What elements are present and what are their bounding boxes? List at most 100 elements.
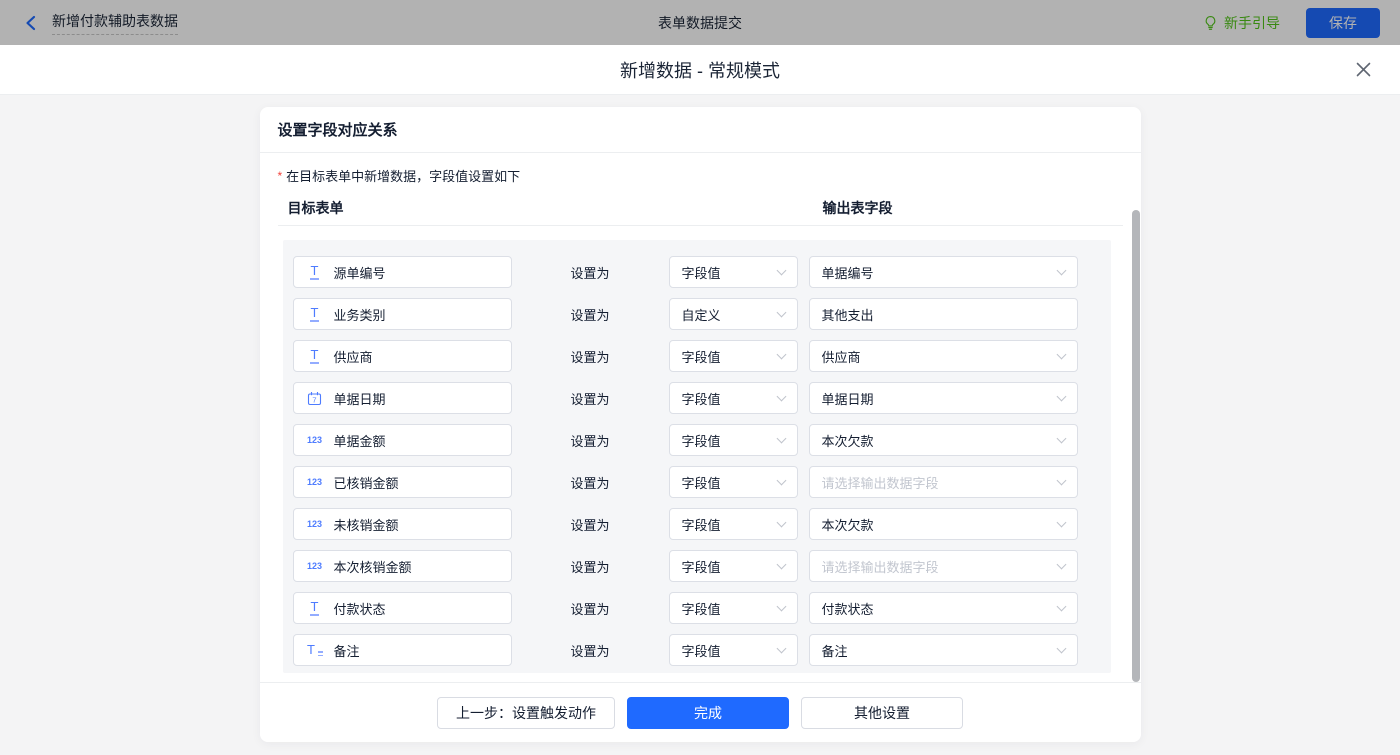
target-field-box[interactable]: T 付款状态 bbox=[293, 592, 512, 624]
output-field-value: 请选择输出数据字段 bbox=[822, 557, 939, 576]
chevron-left-icon bbox=[24, 15, 37, 31]
output-field-select[interactable]: 供应商 bbox=[809, 340, 1078, 372]
chevron-down-icon bbox=[776, 518, 786, 528]
output-field-select[interactable]: 单据编号 bbox=[809, 256, 1078, 288]
value-mode-value: 字段值 bbox=[682, 263, 721, 282]
value-mode-select[interactable]: 字段值 bbox=[669, 634, 798, 666]
set-as-label: 设置为 bbox=[512, 557, 669, 576]
card-header: 设置字段对应关系 bbox=[260, 107, 1141, 153]
output-field-select[interactable]: 本次欠款 bbox=[809, 508, 1078, 540]
output-field-select[interactable]: 备注 bbox=[809, 634, 1078, 666]
output-field-value: 本次欠款 bbox=[822, 431, 874, 450]
chevron-down-icon bbox=[1056, 602, 1066, 612]
scrollbar-thumb[interactable] bbox=[1132, 210, 1140, 682]
topbar-center-title: 表单数据提交 bbox=[658, 13, 742, 33]
target-field-box[interactable]: 123 未核销金额 bbox=[293, 508, 512, 540]
chevron-down-icon bbox=[1056, 392, 1066, 402]
chevron-down-icon bbox=[776, 644, 786, 654]
target-field-label: 业务类别 bbox=[334, 305, 386, 324]
output-field-value: 其他支出 bbox=[822, 305, 874, 324]
field-mapping-row: 123 单据金额 设置为 字段值 本次欠款 bbox=[293, 424, 1111, 456]
chevron-down-icon bbox=[1056, 434, 1066, 444]
target-field-box[interactable]: T 供应商 bbox=[293, 340, 512, 372]
value-mode-value: 字段值 bbox=[682, 557, 721, 576]
beginner-guide-label: 新手引导 bbox=[1224, 13, 1280, 33]
output-field-value: 付款状态 bbox=[822, 599, 874, 618]
column-header-target-form: 目标表单 bbox=[288, 198, 344, 218]
set-as-label: 设置为 bbox=[512, 641, 669, 660]
target-field-label: 单据日期 bbox=[334, 389, 386, 408]
output-field-select[interactable]: 请选择输出数据字段 bbox=[809, 550, 1078, 582]
field-mapping-row: 7 单据日期 设置为 字段值 单据日期 bbox=[293, 382, 1111, 414]
target-field-label: 供应商 bbox=[334, 347, 373, 366]
field-mapping-row: T 付款状态 设置为 字段值 付款状态 bbox=[293, 592, 1111, 624]
value-mode-select[interactable]: 字段值 bbox=[669, 340, 798, 372]
instruction-label: 在目标表单中新增数据，字段值设置如下 bbox=[286, 169, 520, 184]
close-icon bbox=[1355, 61, 1372, 78]
date-field-icon: 7 bbox=[304, 391, 326, 406]
modal-title: 新增数据 - 常规模式 bbox=[620, 57, 780, 83]
column-headers: 目标表单 输出表字段 bbox=[278, 198, 1123, 226]
set-as-label: 设置为 bbox=[512, 473, 669, 492]
text-field-icon: T bbox=[304, 306, 326, 322]
value-mode-select[interactable]: 自定义 bbox=[669, 298, 798, 330]
value-mode-select[interactable]: 字段值 bbox=[669, 382, 798, 414]
back-button[interactable] bbox=[20, 13, 40, 33]
value-mode-select[interactable]: 字段值 bbox=[669, 466, 798, 498]
topbar-left-group: 新增付款辅助表数据 bbox=[20, 11, 178, 35]
output-field-select[interactable]: 请选择输出数据字段 bbox=[809, 466, 1078, 498]
value-mode-value: 字段值 bbox=[682, 389, 721, 408]
set-as-label: 设置为 bbox=[512, 305, 669, 324]
chevron-down-icon bbox=[776, 476, 786, 486]
previous-step-button[interactable]: 上一步：设置触发动作 bbox=[437, 697, 615, 729]
instruction-text: *在目标表单中新增数据，字段值设置如下 bbox=[278, 166, 1123, 185]
value-mode-select[interactable]: 字段值 bbox=[669, 256, 798, 288]
value-mode-value: 字段值 bbox=[682, 347, 721, 366]
target-field-box[interactable]: 123 本次核销金额 bbox=[293, 550, 512, 582]
value-mode-select[interactable]: 字段值 bbox=[669, 592, 798, 624]
finish-button[interactable]: 完成 bbox=[627, 697, 789, 729]
output-field-value: 本次欠款 bbox=[822, 515, 874, 534]
save-button[interactable]: 保存 bbox=[1306, 8, 1380, 38]
value-mode-select[interactable]: 字段值 bbox=[669, 550, 798, 582]
top-bar: 新增付款辅助表数据 表单数据提交 新手引导 保存 bbox=[0, 0, 1400, 45]
output-field-select[interactable]: 付款状态 bbox=[809, 592, 1078, 624]
value-mode-value: 字段值 bbox=[682, 599, 721, 618]
output-field-select[interactable]: 其他支出 bbox=[809, 298, 1078, 330]
target-field-box[interactable]: 123 已核销金额 bbox=[293, 466, 512, 498]
field-mapping-row: 123 本次核销金额 设置为 字段值 请选择输出数据字段 bbox=[293, 550, 1111, 582]
chevron-down-icon bbox=[1056, 476, 1066, 486]
chevron-down-icon bbox=[776, 350, 786, 360]
close-button[interactable] bbox=[1352, 59, 1374, 81]
value-mode-select[interactable]: 字段值 bbox=[669, 508, 798, 540]
field-mapping-card: 设置字段对应关系 *在目标表单中新增数据，字段值设置如下 目标表单 输出表字段 … bbox=[260, 107, 1141, 742]
set-as-label: 设置为 bbox=[512, 515, 669, 534]
target-field-label: 源单编号 bbox=[334, 263, 386, 282]
other-settings-button[interactable]: 其他设置 bbox=[801, 697, 963, 729]
textarea-field-icon: T bbox=[304, 643, 326, 657]
output-field-select[interactable]: 本次欠款 bbox=[809, 424, 1078, 456]
set-as-label: 设置为 bbox=[512, 389, 669, 408]
text-field-icon: T bbox=[304, 600, 326, 616]
required-asterisk: * bbox=[278, 169, 283, 183]
beginner-guide-link[interactable]: 新手引导 bbox=[1203, 13, 1280, 33]
target-field-box[interactable]: T 备注 bbox=[293, 634, 512, 666]
modal-header: 新增数据 - 常规模式 bbox=[0, 45, 1400, 95]
column-header-output-field: 输出表字段 bbox=[823, 198, 893, 218]
value-mode-select[interactable]: 字段值 bbox=[669, 424, 798, 456]
target-field-box[interactable]: 7 单据日期 bbox=[293, 382, 512, 414]
output-field-select[interactable]: 单据日期 bbox=[809, 382, 1078, 414]
output-field-value: 单据编号 bbox=[822, 263, 874, 282]
value-mode-value: 字段值 bbox=[682, 515, 721, 534]
number-field-icon: 123 bbox=[304, 436, 326, 445]
workflow-title[interactable]: 新增付款辅助表数据 bbox=[52, 11, 178, 35]
chevron-down-icon bbox=[776, 266, 786, 276]
target-field-box[interactable]: T 业务类别 bbox=[293, 298, 512, 330]
svg-text:7: 7 bbox=[312, 395, 316, 404]
target-field-box[interactable]: T 源单编号 bbox=[293, 256, 512, 288]
topbar-right-group: 新手引导 保存 bbox=[1203, 8, 1380, 38]
field-mapping-row: T 业务类别 设置为 自定义 其他支出 bbox=[293, 298, 1111, 330]
target-field-box[interactable]: 123 单据金额 bbox=[293, 424, 512, 456]
target-field-label: 备注 bbox=[334, 641, 360, 660]
chevron-down-icon bbox=[776, 602, 786, 612]
